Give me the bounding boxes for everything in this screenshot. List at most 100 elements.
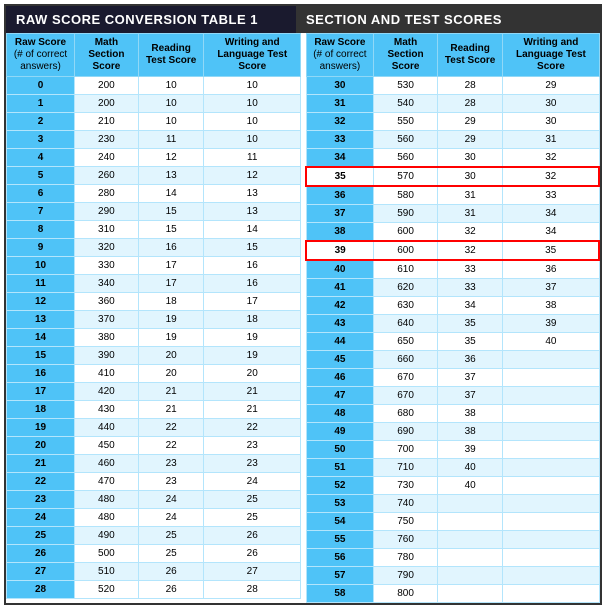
table-row: 7 290 15 13 [7,203,301,221]
writing-cell: 21 [204,401,301,419]
table-row: 18 430 21 21 [7,401,301,419]
tables-container: Raw Score(# of correct answers) Math Sec… [6,33,600,603]
writing-cell [503,351,599,369]
writing-cell: 12 [204,167,301,185]
writing-cell: 14 [204,221,301,239]
table-row: 51 710 40 [306,459,599,477]
writing-cell: 16 [204,257,301,275]
table-row: 26 500 25 26 [7,545,301,563]
writing-cell: 33 [503,186,599,205]
raw-score-cell: 7 [7,203,75,221]
raw-score-cell: 38 [306,223,374,242]
table-row: 32 550 29 30 [306,113,599,131]
table-row: 20 450 22 23 [7,437,301,455]
left-table: Raw Score(# of correct answers) Math Sec… [6,33,301,603]
raw-score-cell: 36 [306,186,374,205]
writing-cell: 34 [503,223,599,242]
raw-score-cell: 2 [7,113,75,131]
reading-cell [437,585,503,603]
math-cell: 260 [75,167,139,185]
math-cell: 560 [374,149,438,168]
reading-cell: 29 [437,131,503,149]
reading-cell: 21 [138,383,204,401]
reading-cell: 33 [437,279,503,297]
writing-cell: 10 [204,95,301,113]
reading-cell: 20 [138,347,204,365]
reading-cell: 18 [138,293,204,311]
table-row: 2 210 10 10 [7,113,301,131]
math-cell: 640 [374,315,438,333]
raw-score-cell: 20 [7,437,75,455]
writing-cell: 34 [503,205,599,223]
math-cell: 320 [75,239,139,257]
raw-score-cell: 50 [306,441,374,459]
writing-cell: 18 [204,311,301,329]
table-row: 15 390 20 19 [7,347,301,365]
reading-cell: 29 [437,113,503,131]
raw-score-cell: 56 [306,549,374,567]
raw-score-cell: 15 [7,347,75,365]
math-cell: 730 [374,477,438,495]
math-cell: 370 [75,311,139,329]
math-cell: 780 [374,549,438,567]
table-row: 9 320 16 15 [7,239,301,257]
table-row: 54 750 [306,513,599,531]
header-left: RAW SCORE CONVERSION TABLE 1 [6,6,296,33]
table-row: 28 520 26 28 [7,581,301,599]
raw-score-cell: 4 [7,149,75,167]
left-reading-header: Reading Test Score [138,34,204,77]
reading-cell: 12 [138,149,204,167]
math-cell: 210 [75,113,139,131]
reading-cell: 26 [138,581,204,599]
raw-score-cell: 52 [306,477,374,495]
math-cell: 710 [374,459,438,477]
reading-cell: 39 [437,441,503,459]
math-cell: 670 [374,387,438,405]
table-row: 22 470 23 24 [7,473,301,491]
table-row: 37 590 31 34 [306,205,599,223]
reading-cell: 31 [437,205,503,223]
table-row: 0 200 10 10 [7,77,301,95]
raw-score-cell: 48 [306,405,374,423]
raw-score-cell: 46 [306,369,374,387]
table-row: 48 680 38 [306,405,599,423]
math-cell: 620 [374,279,438,297]
table-row: 21 460 23 23 [7,455,301,473]
math-cell: 330 [75,257,139,275]
math-cell: 550 [374,113,438,131]
raw-score-cell: 18 [7,401,75,419]
writing-cell: 15 [204,239,301,257]
math-cell: 380 [75,329,139,347]
reading-cell [437,549,503,567]
writing-cell [503,477,599,495]
raw-score-cell: 40 [306,260,374,279]
table-row: 38 600 32 34 [306,223,599,242]
raw-score-cell: 32 [306,113,374,131]
math-cell: 650 [374,333,438,351]
table-row: 1 200 10 10 [7,95,301,113]
table-row: 13 370 19 18 [7,311,301,329]
reading-cell: 13 [138,167,204,185]
table-row: 12 360 18 17 [7,293,301,311]
header-right: SECTION AND TEST SCORES [296,6,600,33]
math-cell: 570 [374,167,438,186]
math-cell: 600 [374,223,438,242]
raw-score-cell: 31 [306,95,374,113]
math-cell: 560 [374,131,438,149]
raw-score-cell: 8 [7,221,75,239]
right-math-header: Math Section Score [374,34,438,77]
raw-score-cell: 19 [7,419,75,437]
math-cell: 790 [374,567,438,585]
math-cell: 800 [374,585,438,603]
writing-cell: 10 [204,131,301,149]
raw-score-cell: 9 [7,239,75,257]
reading-cell: 17 [138,275,204,293]
math-cell: 390 [75,347,139,365]
writing-cell [503,495,599,513]
writing-cell: 23 [204,455,301,473]
math-cell: 480 [75,509,139,527]
reading-cell: 15 [138,203,204,221]
left-raw-header: Raw Score(# of correct answers) [7,34,75,77]
math-cell: 240 [75,149,139,167]
reading-cell: 24 [138,491,204,509]
